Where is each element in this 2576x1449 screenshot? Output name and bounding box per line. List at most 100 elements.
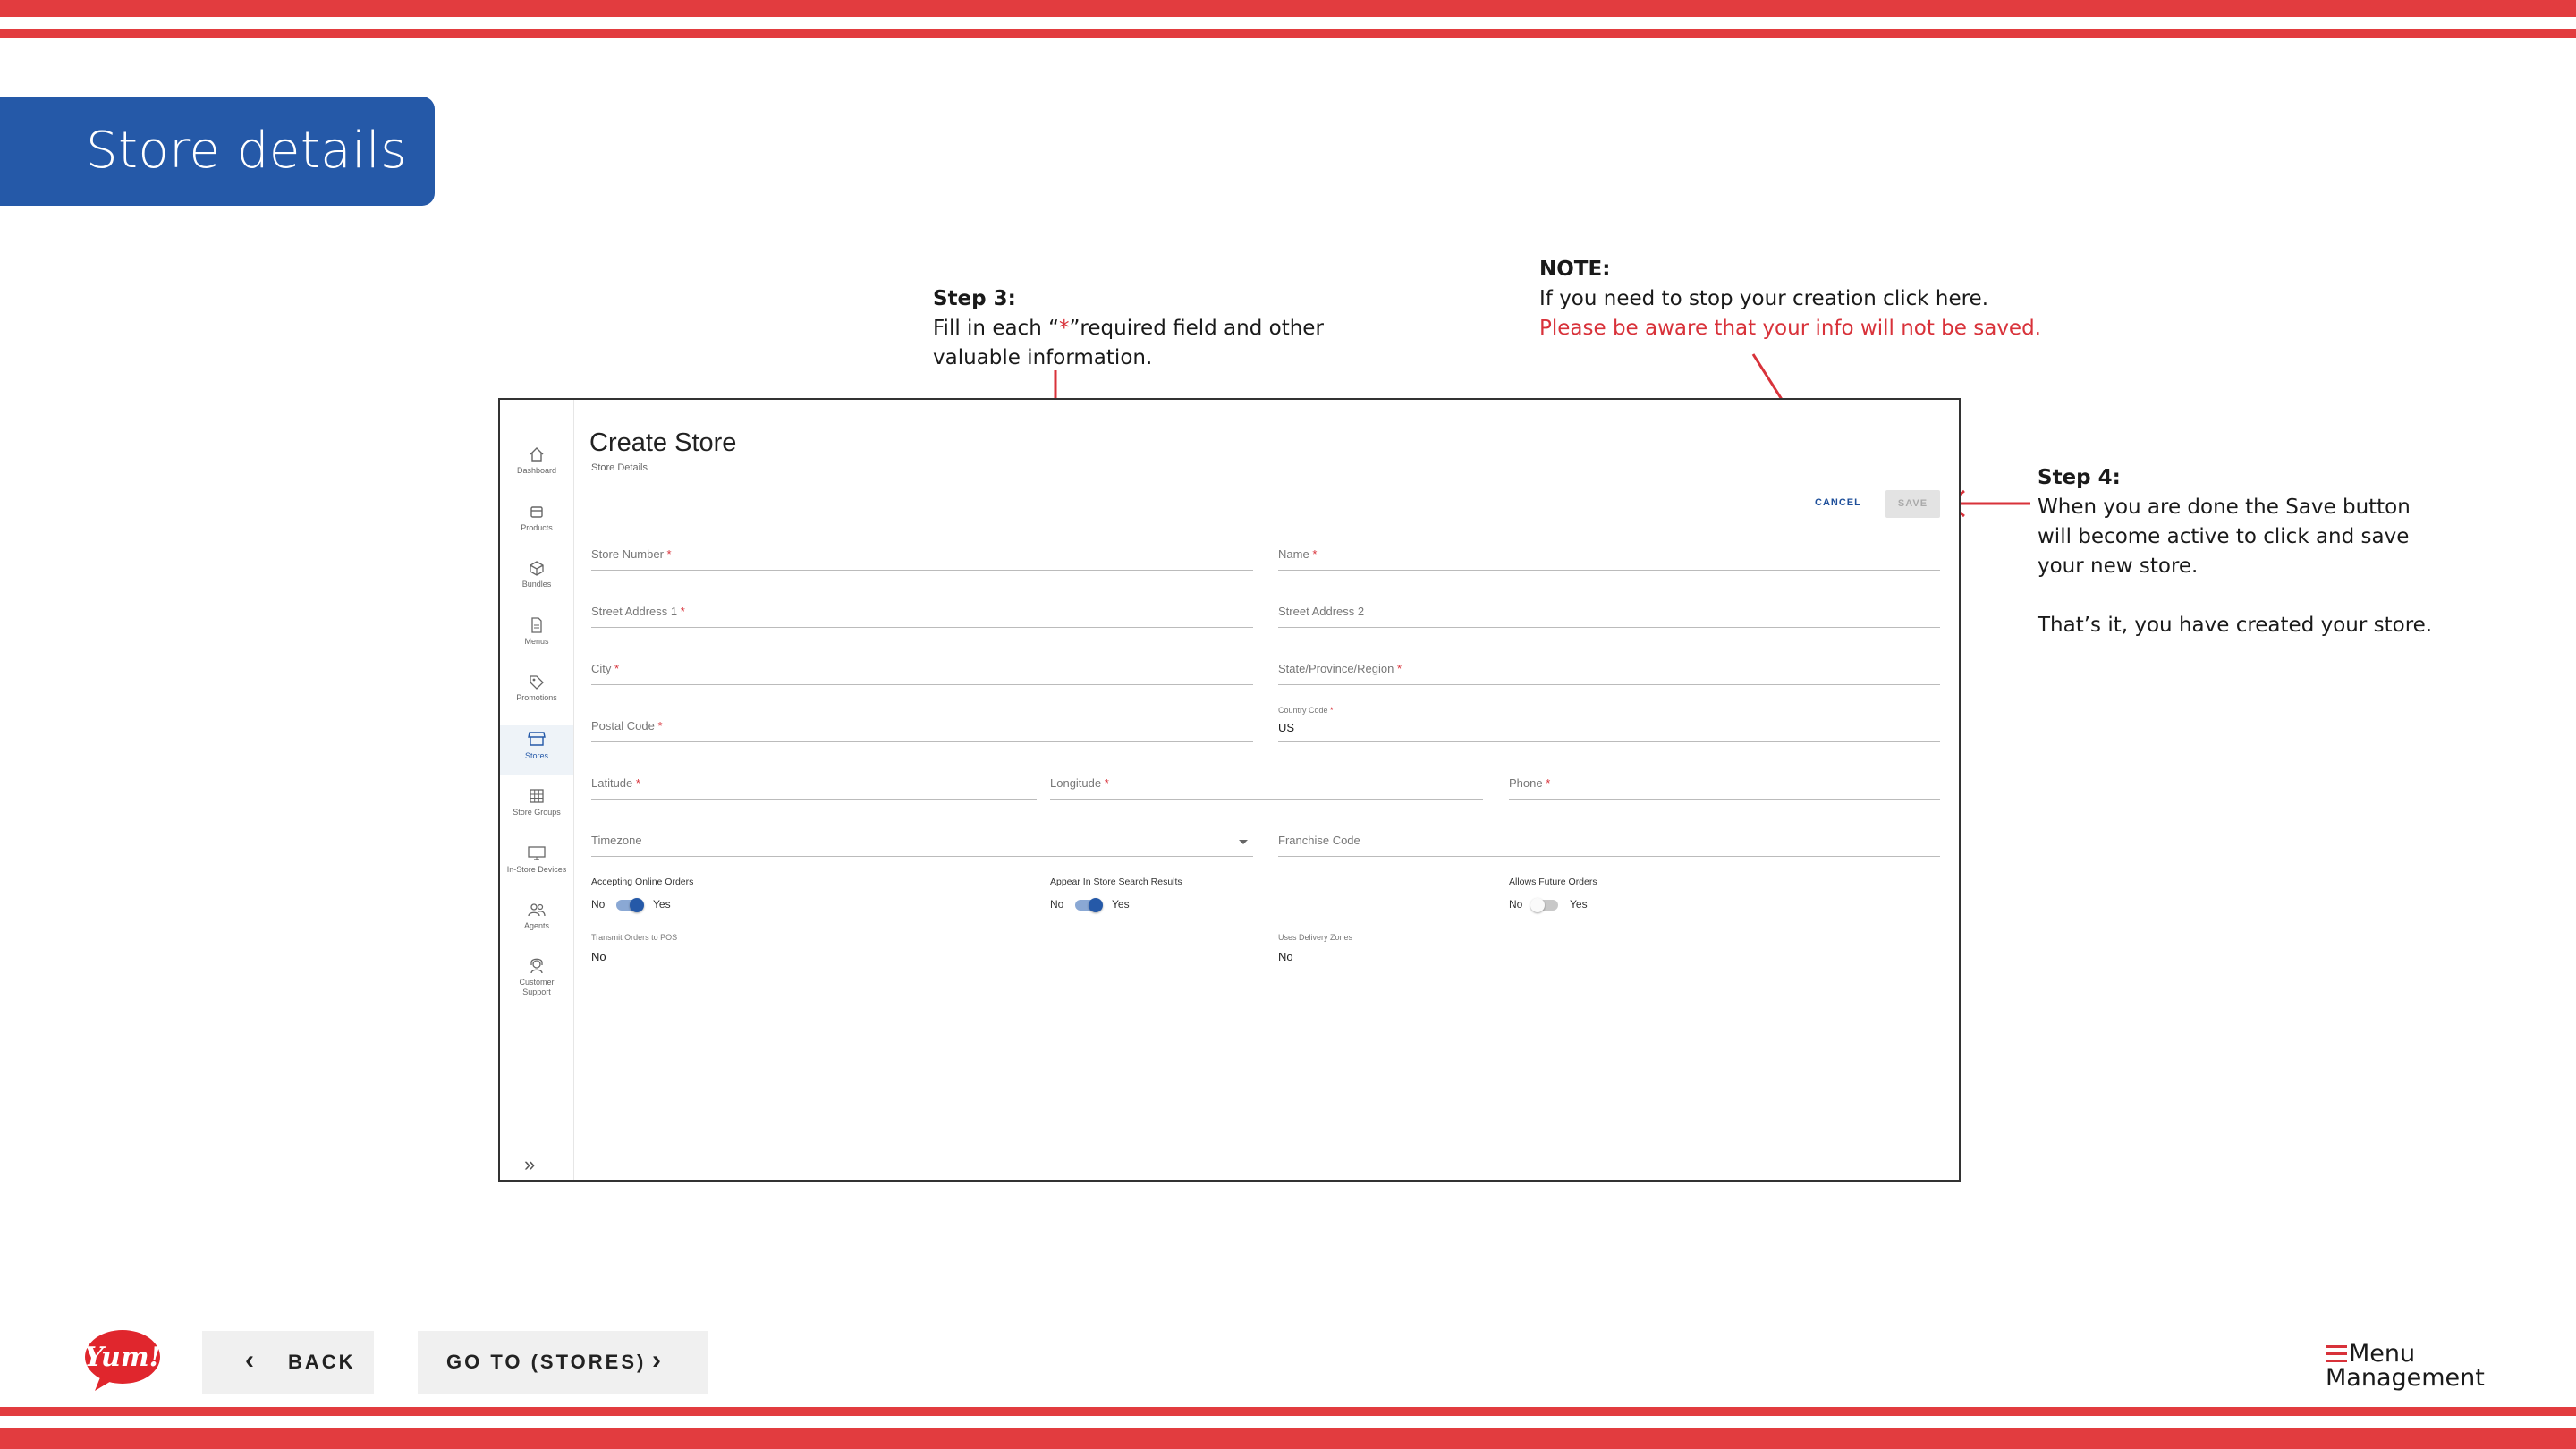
breadcrumb: Store Details <box>591 462 648 473</box>
toggle-on-label: Yes <box>1570 898 1588 911</box>
monitor-icon <box>528 846 546 860</box>
create-store-screen: Dashboard Products Bundles Menus Promoti… <box>498 398 1961 1182</box>
people-icon <box>528 903 546 917</box>
timezone-select[interactable]: Timezone <box>591 829 1253 857</box>
grid-icon <box>530 789 544 803</box>
go-to-stores-button[interactable]: GO TO (STORES) › <box>418 1331 708 1394</box>
store-number-field[interactable]: Store Number * <box>591 543 1253 571</box>
go-to-stores-label: GO TO (STORES) <box>446 1351 647 1373</box>
box-icon <box>530 506 543 518</box>
street-address-1-label: Street Address 1 <box>591 605 678 618</box>
note-callout: NOTE: If you need to stop your creation … <box>1539 255 2112 343</box>
phone-label: Phone <box>1509 776 1543 790</box>
brand-line-2: Management <box>2326 1364 2485 1392</box>
sidebar-item-in-store-devices[interactable]: In-Store Devices <box>500 845 573 875</box>
sidebar-item-menus[interactable]: Menus <box>500 617 573 647</box>
required-mark: * <box>1330 706 1334 715</box>
country-code-label: Country Code <box>1278 706 1328 715</box>
step4-callout: Step 4: When you are done the Save butto… <box>2038 463 2538 640</box>
delivery-zones-label: Uses Delivery Zones <box>1278 933 1353 942</box>
toggle-off-label: No <box>1509 898 1523 911</box>
store-icon <box>528 732 546 746</box>
required-mark: * <box>635 776 640 790</box>
store-number-label: Store Number <box>591 547 664 561</box>
toggle-knob <box>630 898 644 912</box>
street-address-1-field[interactable]: Street Address 1 * <box>591 600 1253 628</box>
state-field[interactable]: State/Province/Region * <box>1278 657 1940 685</box>
toggle-off-label: No <box>591 898 606 911</box>
required-mark: * <box>1312 547 1318 561</box>
page-title: Create Store <box>589 428 737 457</box>
section-header: Store details <box>0 97 435 206</box>
tag-icon <box>530 675 544 690</box>
menu-management-logo: Menu Management <box>2326 1342 2485 1390</box>
allows-future-orders-toggle[interactable] <box>1530 898 1558 912</box>
cancel-button[interactable]: CANCEL <box>1815 497 1861 508</box>
chevron-down-icon <box>1239 840 1248 844</box>
top-stripe-2 <box>0 29 2576 38</box>
toggle-knob <box>1530 898 1545 912</box>
appear-in-search-toggle[interactable] <box>1075 898 1103 912</box>
step4-text-d: That’s it, you have created your store. <box>2038 614 2433 637</box>
country-code-field[interactable]: Country Code * US <box>1278 706 1940 742</box>
latitude-label: Latitude <box>591 776 633 790</box>
longitude-label: Longitude <box>1050 776 1102 790</box>
sidebar-item-agents[interactable]: Agents <box>500 902 573 931</box>
bottom-stripe-1 <box>0 1407 2576 1416</box>
home-icon <box>530 447 544 462</box>
chevron-left-icon: ‹ <box>245 1345 257 1375</box>
required-mark: * <box>657 719 663 733</box>
save-button[interactable]: SAVE <box>1885 490 1940 518</box>
sidebar-item-customer-support[interactable]: Customer Support <box>500 958 573 997</box>
required-mark: * <box>1546 776 1551 790</box>
yum-logo-text: Yum! <box>84 1342 161 1373</box>
sidebar-item-bundles[interactable]: Bundles <box>500 560 573 589</box>
transmit-orders-label: Transmit Orders to POS <box>591 933 678 942</box>
step3-text-b: ”required field and other <box>1069 317 1324 340</box>
phone-field[interactable]: Phone * <box>1509 772 1940 800</box>
sidebar-item-store-groups[interactable]: Store Groups <box>500 788 573 818</box>
document-icon <box>531 617 542 633</box>
menu-lines-icon <box>2326 1345 2347 1362</box>
step4-text-b: will become active to click and save <box>2038 525 2410 548</box>
state-label: State/Province/Region <box>1278 662 1394 675</box>
latitude-field[interactable]: Latitude * <box>591 772 1037 800</box>
delivery-zones-value: No <box>1278 950 1293 963</box>
postal-code-field[interactable]: Postal Code * <box>591 715 1253 742</box>
cube-icon <box>530 561 544 576</box>
bottom-stripe-2 <box>0 1428 2576 1449</box>
name-label: Name <box>1278 547 1309 561</box>
appear-in-search-label: Appear In Store Search Results <box>1050 877 1182 887</box>
sidebar-item-dashboard[interactable]: Dashboard <box>500 446 573 476</box>
city-field[interactable]: City * <box>591 657 1253 685</box>
sidebar: Dashboard Products Bundles Menus Promoti… <box>500 400 574 1180</box>
required-mark: * <box>1396 662 1402 675</box>
required-mark: * <box>680 605 685 618</box>
sidebar-item-stores[interactable]: Stores <box>500 725 573 775</box>
toggle-off-label: No <box>1050 898 1064 911</box>
step4-text-c: your new store. <box>2038 555 2199 578</box>
accepting-online-orders-toggle[interactable] <box>616 898 644 912</box>
brand-line-1: Menu <box>2349 1340 2416 1368</box>
franchise-code-field[interactable]: Franchise Code <box>1278 829 1940 857</box>
sidebar-item-products[interactable]: Products <box>500 504 573 533</box>
toggle-on-label: Yes <box>653 898 671 911</box>
name-field[interactable]: Name * <box>1278 543 1940 571</box>
city-label: City <box>591 662 612 675</box>
step3-title: Step 3: <box>933 287 1016 310</box>
sidebar-item-promotions[interactable]: Promotions <box>500 674 573 703</box>
step3-text-c: valuable information. <box>933 346 1153 369</box>
step3-callout: Step 3: Fill in each “*”required field a… <box>933 284 1398 373</box>
expand-sidebar-icon[interactable]: » <box>524 1153 535 1176</box>
transmit-orders-value: No <box>591 950 606 963</box>
required-mark: * <box>1104 776 1109 790</box>
support-icon <box>530 958 543 974</box>
toggle-knob <box>1089 898 1103 912</box>
country-code-value: US <box>1278 721 1295 734</box>
step4-text-a: When you are done the Save button <box>2038 496 2411 519</box>
toggle-on-label: Yes <box>1112 898 1130 911</box>
back-button[interactable]: ‹ BACK <box>202 1331 374 1394</box>
section-title: Store details <box>86 122 407 180</box>
longitude-field[interactable]: Longitude * <box>1050 772 1483 800</box>
street-address-2-field[interactable]: Street Address 2 <box>1278 600 1940 628</box>
